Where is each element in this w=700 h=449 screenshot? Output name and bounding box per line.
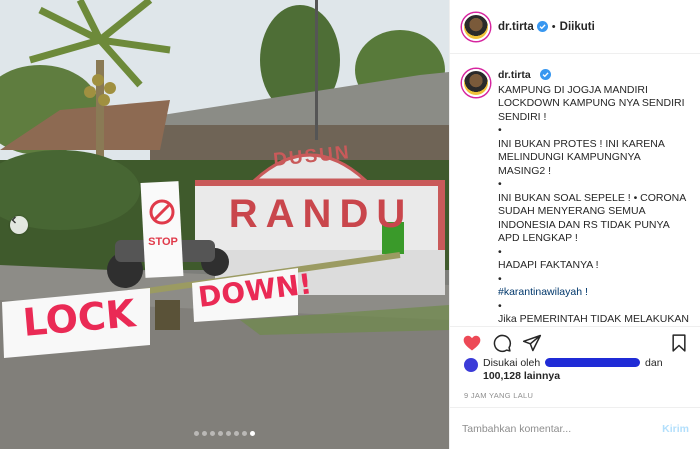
caption-bullet: • xyxy=(498,272,502,285)
carousel-dot xyxy=(194,431,199,436)
caption-text: dr.tirta KAMPUNG DI JOGJA MANDIRI LOCKDO… xyxy=(498,69,689,325)
caption-line: INI BUKAN SOAL SEPELE ! • CORONA SUDAH M… xyxy=(498,191,686,245)
liker-avatar[interactable] xyxy=(464,358,478,372)
carousel-dot xyxy=(210,431,215,436)
comment-icon[interactable] xyxy=(492,333,512,353)
likes-prefix: Disukai oleh xyxy=(483,357,541,369)
post-header: dr.tirta • Diikuti xyxy=(450,0,700,54)
post-actions xyxy=(450,326,700,358)
carousel-indicator xyxy=(0,431,449,436)
header-separator: • xyxy=(551,20,556,33)
redacted-username xyxy=(545,358,641,367)
carousel-dot xyxy=(218,431,223,436)
caption-bullet: • xyxy=(498,299,502,312)
header-username[interactable]: dr.tirta xyxy=(498,21,534,33)
post-photo[interactable]: DUSUN RANDU STOP LOCK DOWN! xyxy=(0,0,449,449)
caption-line: INI BUKAN PROTES ! INI KARENA MELINDUNGI… xyxy=(498,137,665,177)
caption-avatar[interactable] xyxy=(462,69,490,97)
verified-badge-icon xyxy=(536,21,548,32)
caption-bullet: • xyxy=(498,178,502,190)
caption-bullet: • xyxy=(498,245,502,258)
caption-area: dr.tirta KAMPUNG DI JOGJA MANDIRI LOCKDO… xyxy=(450,55,700,325)
post-timestamp[interactable]: 9 JAM YANG LALU xyxy=(464,391,533,400)
carousel-dot xyxy=(250,431,255,436)
bookmark-icon[interactable] xyxy=(669,333,689,353)
chevron-left-icon xyxy=(11,216,16,224)
share-icon[interactable] xyxy=(522,333,542,353)
follow-status-button[interactable]: Diikuti xyxy=(560,21,595,33)
post-comment-button[interactable]: Kirim xyxy=(662,423,689,435)
caption-line: KAMPUNG DI JOGJA MANDIRI LOCKDOWN KAMPUN… xyxy=(498,83,685,123)
comment-box: Kirim xyxy=(450,407,700,449)
likes-suffix: dan xyxy=(645,357,663,369)
likes-count-link[interactable]: 100,128 lainnya xyxy=(483,370,560,382)
likes-summary: Disukai oleh dan 100,128 lainnya xyxy=(464,357,694,383)
placard-stop-text: STOP xyxy=(148,236,178,248)
avatar[interactable] xyxy=(462,12,490,41)
verified-badge-icon xyxy=(540,69,551,80)
previous-photo-button[interactable] xyxy=(10,216,28,234)
carousel-dot xyxy=(202,431,207,436)
carousel-dot xyxy=(242,431,247,436)
hashtag-link[interactable]: #karantinawilayah ! xyxy=(498,286,689,300)
comment-input[interactable] xyxy=(462,422,663,435)
caption-bullet: • xyxy=(498,124,502,136)
caption-username[interactable]: dr.tirta xyxy=(498,69,689,83)
caption-line: HADAPI FAKTANYA ! xyxy=(498,259,599,271)
carousel-dot xyxy=(226,431,231,436)
post-side-panel: dr.tirta • Diikuti dr.tirta KAMPUNG DI J… xyxy=(449,0,700,449)
sign-randu-text: RANDU xyxy=(228,192,414,236)
like-heart-icon[interactable] xyxy=(462,333,482,353)
caption-verified xyxy=(537,69,551,84)
carousel-dot xyxy=(234,431,239,436)
caption-line: Jika PEMERINTAH TIDAK MELAKUKAN xyxy=(498,313,689,325)
